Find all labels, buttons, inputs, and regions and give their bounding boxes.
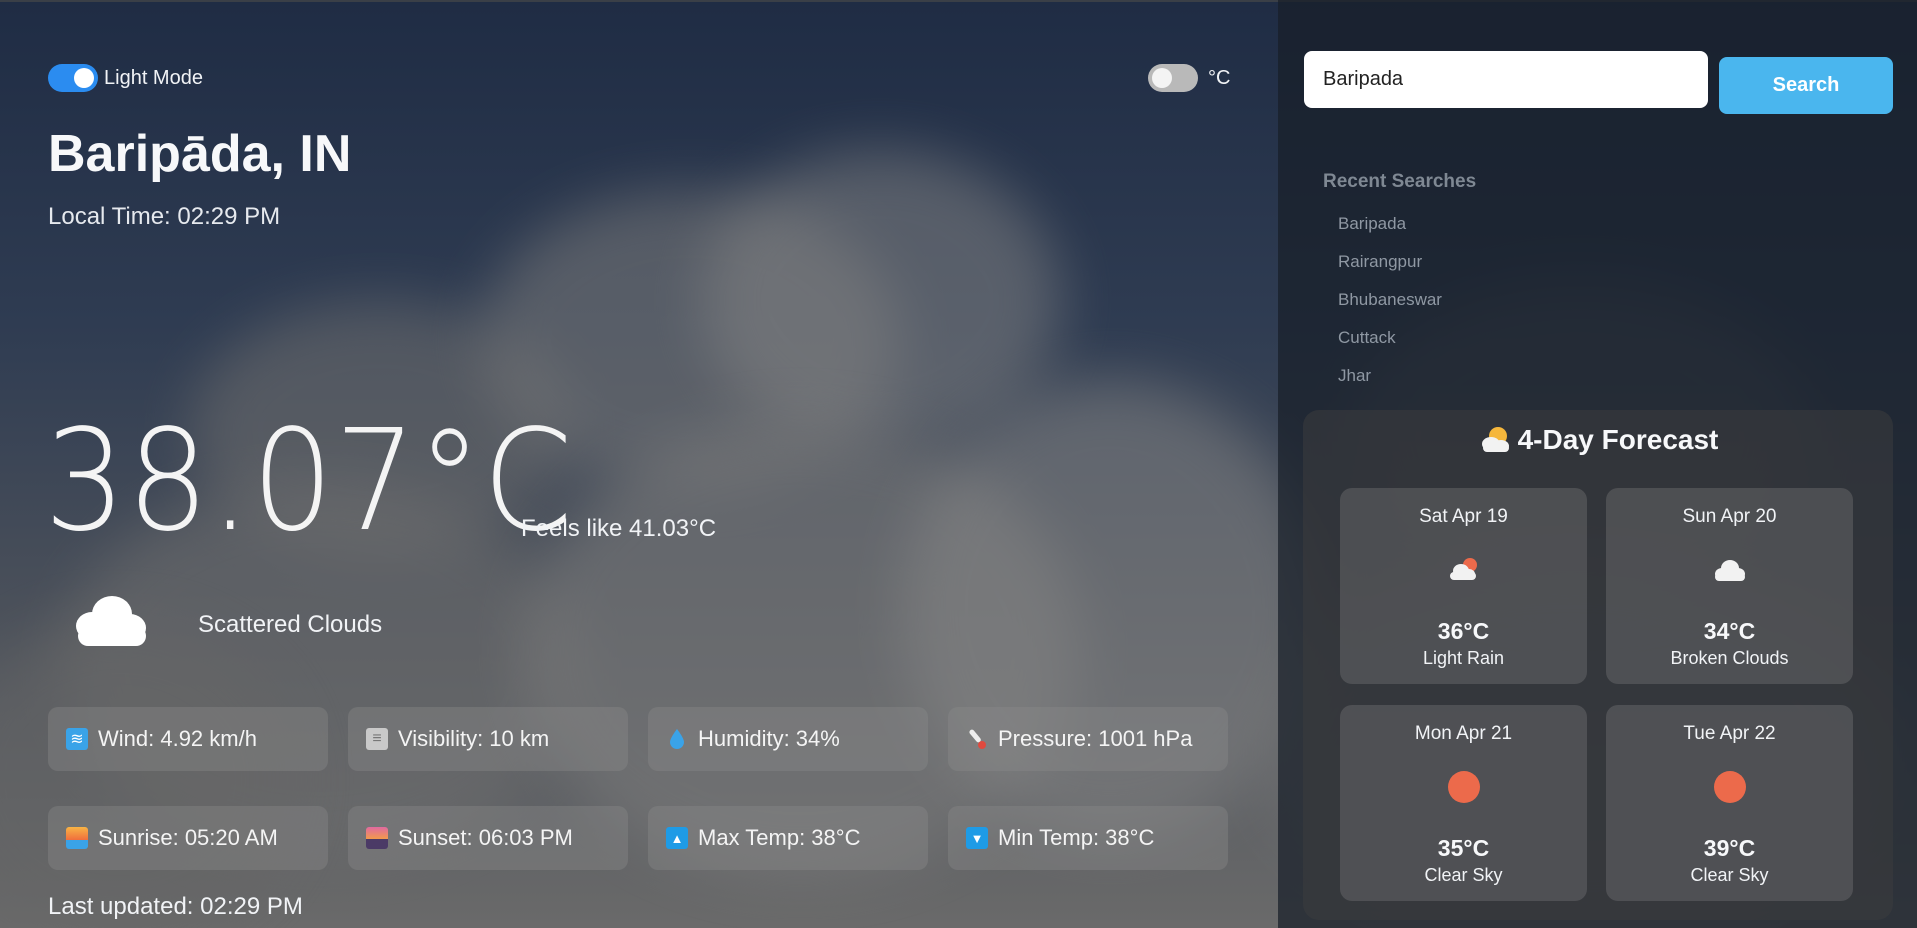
last-updated: Last updated: 02:29 PM bbox=[48, 893, 303, 920]
forecast-desc: Clear Sky bbox=[1424, 865, 1503, 885]
recent-search-item[interactable]: Baripada bbox=[1338, 214, 1406, 234]
recent-searches-title: Recent Searches bbox=[1323, 171, 1477, 192]
unit-toggle-knob bbox=[1152, 68, 1172, 88]
pressure-stat: Pressure: 1001 hPa bbox=[948, 707, 1228, 771]
max-temp-stat: ▲ Max Temp: 38°C bbox=[648, 806, 928, 870]
wind-icon: ≋ bbox=[66, 728, 88, 750]
local-time: Local Time: 02:29 PM bbox=[48, 203, 281, 230]
sunrise-icon bbox=[66, 827, 88, 849]
forecast-date: Sun Apr 20 bbox=[1682, 506, 1777, 527]
sunset-stat: Sunset: 06:03 PM bbox=[348, 806, 628, 870]
forecast-heading: 4-Day Forecast bbox=[1303, 424, 1893, 456]
forecast-card: Sat Apr 19 36°C Light Rain bbox=[1340, 488, 1587, 684]
theme-toggle-knob bbox=[74, 68, 94, 88]
cloud-icon bbox=[76, 596, 146, 646]
down-triangle-icon: ▼ bbox=[966, 827, 988, 849]
wind-label: Wind: 4.92 km/h bbox=[98, 726, 257, 751]
max-temp-label: Max Temp: 38°C bbox=[698, 825, 861, 850]
search-button[interactable]: Search bbox=[1719, 57, 1893, 114]
thermometer-icon bbox=[966, 728, 988, 750]
recent-search-item[interactable]: Rairangpur bbox=[1338, 252, 1422, 272]
sunrise-label: Sunrise: 05:20 AM bbox=[98, 825, 278, 850]
theme-toggle[interactable] bbox=[48, 64, 98, 92]
droplet-icon bbox=[666, 728, 688, 750]
forecast-panel: 4-Day Forecast Sat Apr 19 36°C Light Rai… bbox=[1303, 410, 1893, 920]
recent-search-item[interactable]: Jhar bbox=[1338, 366, 1371, 386]
forecast-date: Tue Apr 22 bbox=[1683, 723, 1776, 744]
recent-search-item[interactable]: Bhubaneswar bbox=[1338, 290, 1442, 310]
up-triangle-icon: ▲ bbox=[666, 827, 688, 849]
forecast-date: Sat Apr 19 bbox=[1419, 506, 1508, 527]
visibility-stat: ≡ Visibility: 10 km bbox=[348, 707, 628, 771]
unit-toggle-label: °C bbox=[1208, 67, 1231, 89]
min-temp-stat: ▼ Min Temp: 38°C bbox=[948, 806, 1228, 870]
forecast-temp: 36°C bbox=[1437, 618, 1490, 644]
forecast-card: Tue Apr 22 39°C Clear Sky bbox=[1606, 705, 1853, 901]
forecast-temp: 35°C bbox=[1437, 835, 1490, 861]
theme-toggle-label: Light Mode bbox=[104, 67, 203, 89]
humidity-label: Humidity: 34% bbox=[698, 726, 840, 751]
sunrise-stat: Sunrise: 05:20 AM bbox=[48, 806, 328, 870]
sun-icon bbox=[1713, 771, 1746, 803]
sun-icon bbox=[1447, 771, 1480, 803]
current-temperature: 38.07°C bbox=[44, 400, 574, 563]
pressure-label: Pressure: 1001 hPa bbox=[998, 726, 1193, 751]
city-name: Baripāda, IN bbox=[48, 125, 352, 183]
sunset-label: Sunset: 06:03 PM bbox=[398, 825, 573, 850]
condition-text: Scattered Clouds bbox=[198, 611, 383, 638]
fog-icon: ≡ bbox=[366, 728, 388, 750]
feels-like: Feels like 41.03°C bbox=[521, 515, 717, 542]
forecast-desc: Broken Clouds bbox=[1670, 648, 1789, 668]
visibility-label: Visibility: 10 km bbox=[398, 726, 550, 751]
recent-search-item[interactable]: Cuttack bbox=[1338, 328, 1396, 348]
current-weather-panel: Light Mode °C Baripāda, IN Local Time: 0… bbox=[0, 0, 1278, 928]
min-temp-label: Min Temp: 38°C bbox=[998, 825, 1155, 850]
cloud-icon bbox=[1714, 560, 1745, 581]
forecast-title: 4-Day Forecast bbox=[1517, 424, 1719, 455]
sun-behind-cloud-icon bbox=[1478, 425, 1512, 453]
sunset-icon bbox=[366, 827, 388, 849]
forecast-card: Sun Apr 20 34°C Broken Clouds bbox=[1606, 488, 1853, 684]
sidebar: Search Recent Searches Baripada Rairangp… bbox=[1278, 0, 1917, 928]
forecast-temp: 34°C bbox=[1703, 618, 1756, 644]
humidity-stat: Humidity: 34% bbox=[648, 707, 928, 771]
forecast-card: Mon Apr 21 35°C Clear Sky bbox=[1340, 705, 1587, 901]
forecast-date: Mon Apr 21 bbox=[1414, 723, 1513, 744]
rain-cloud-icon bbox=[1449, 558, 1477, 580]
unit-toggle[interactable] bbox=[1148, 64, 1198, 92]
forecast-temp: 39°C bbox=[1703, 835, 1756, 861]
forecast-desc: Clear Sky bbox=[1690, 865, 1769, 885]
forecast-desc: Light Rain bbox=[1422, 648, 1505, 668]
wind-stat: ≋ Wind: 4.92 km/h bbox=[48, 707, 328, 771]
search-input[interactable] bbox=[1304, 51, 1708, 108]
